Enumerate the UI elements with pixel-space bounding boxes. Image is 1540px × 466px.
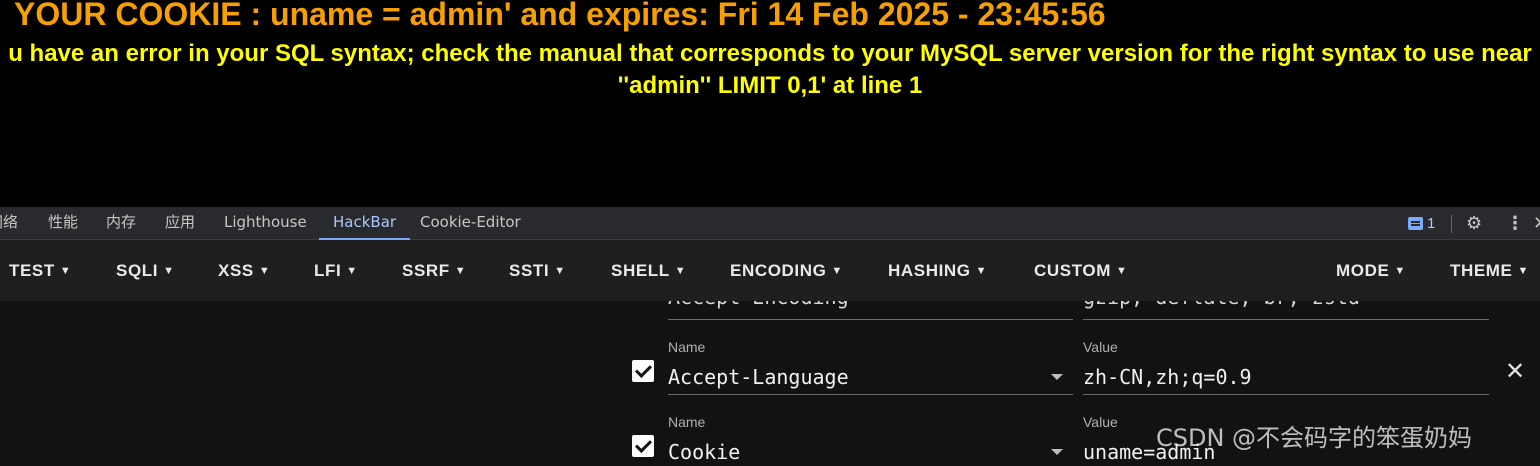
header-enable-checkbox[interactable] xyxy=(632,435,654,457)
chevron-down-icon: ▼ xyxy=(831,265,843,277)
menu-mode[interactable]: MODE ▼ xyxy=(1336,241,1406,301)
chevron-down-icon: ▼ xyxy=(975,265,988,277)
tab-cookie-editor[interactable]: Cookie-Editor xyxy=(420,207,521,240)
sql-error-message: u have an error in your SQL syntax; chec… xyxy=(8,40,1532,99)
cookie-message: YOUR COOKIE : uname = admin' and expires… xyxy=(14,0,1106,32)
field-underline xyxy=(668,319,1073,320)
remove-header-icon[interactable]: ✕ xyxy=(1505,357,1525,385)
chevron-down-icon: ▼ xyxy=(258,265,271,277)
menu-ssti[interactable]: SSTI ▼ xyxy=(509,241,566,301)
header-value-input[interactable]: zh-CN,zh;q=0.9 xyxy=(1083,365,1252,389)
watermark: CSDN @不会码字的笨蛋奶妈 xyxy=(1156,424,1473,452)
header-enable-checkbox[interactable] xyxy=(632,360,654,382)
messages-badge[interactable]: 1 xyxy=(1408,207,1435,240)
header-value-input[interactable]: gzip, deflate, br, zstd xyxy=(1083,301,1360,309)
menu-shell[interactable]: SHELL ▼ xyxy=(611,241,686,301)
hackbar-menu: TEST ▼ SQLI ▼ XSS ▼ LFI ▼ SSRF ▼ SSTI ▼ SHELL ▼… xyxy=(0,241,1540,301)
name-label: Name xyxy=(668,414,706,430)
chevron-down-icon: ▼ xyxy=(346,265,358,277)
menu-xss[interactable]: XSS ▼ xyxy=(218,241,270,301)
tab-network[interactable]: 网络 xyxy=(0,207,18,240)
close-devtools-icon[interactable]: ✕ xyxy=(1533,207,1540,240)
header-name-input[interactable]: Cookie xyxy=(668,440,740,464)
more-options-icon[interactable]: ⋮ xyxy=(1506,207,1524,240)
chevron-down-icon: ▼ xyxy=(1394,265,1406,277)
header-name-input[interactable]: Accept-Encoding xyxy=(668,301,849,309)
page-content: YOUR COOKIE : uname = admin' and expires… xyxy=(0,0,1540,207)
menu-custom[interactable]: CUSTOM ▼ xyxy=(1034,241,1127,301)
name-label: Name xyxy=(668,339,706,355)
tab-memory[interactable]: 内存 xyxy=(106,207,136,240)
chevron-down-icon: ▼ xyxy=(674,265,687,277)
menu-ssrf[interactable]: SSRF ▼ xyxy=(402,241,466,301)
message-count: 1 xyxy=(1427,215,1436,232)
menu-lfi[interactable]: LFI ▼ xyxy=(314,241,358,301)
field-underline xyxy=(1083,394,1489,395)
tab-performance[interactable]: 性能 xyxy=(48,207,78,240)
value-label: Value xyxy=(1083,414,1118,430)
chevron-down-icon: ▼ xyxy=(163,265,175,277)
chevron-down-icon: ▼ xyxy=(59,265,72,277)
tab-lighthouse[interactable]: Lighthouse xyxy=(224,207,307,240)
menu-test[interactable]: TEST ▼ xyxy=(9,241,71,301)
menu-theme[interactable]: THEME ▼ xyxy=(1450,241,1529,301)
menu-sqli[interactable]: SQLI ▼ xyxy=(116,241,175,301)
menu-hashing[interactable]: HASHING ▼ xyxy=(888,241,987,301)
dropdown-arrow-icon[interactable] xyxy=(1051,449,1063,455)
field-underline xyxy=(668,394,1073,395)
value-label: Value xyxy=(1083,339,1118,355)
chevron-down-icon: ▼ xyxy=(554,265,566,277)
message-icon xyxy=(1408,217,1423,230)
header-name-input[interactable]: Accept-Language xyxy=(668,365,849,389)
toolbar-divider xyxy=(1451,215,1452,233)
chevron-down-icon: ▼ xyxy=(454,265,467,277)
dropdown-arrow-icon[interactable] xyxy=(1051,374,1063,380)
field-underline xyxy=(1083,319,1489,320)
menu-encoding[interactable]: ENCODING ▼ xyxy=(730,241,843,301)
devtools-tabbar: 网络 性能 内存 应用 Lighthouse HackBar Cookie-Ed… xyxy=(0,207,1540,240)
tab-hackbar[interactable]: HackBar xyxy=(319,207,411,240)
gear-icon[interactable]: ⚙ xyxy=(1466,207,1482,240)
tab-application[interactable]: 应用 xyxy=(165,207,195,240)
chevron-down-icon: ▼ xyxy=(1517,265,1529,277)
chevron-down-icon: ▼ xyxy=(1115,265,1128,277)
